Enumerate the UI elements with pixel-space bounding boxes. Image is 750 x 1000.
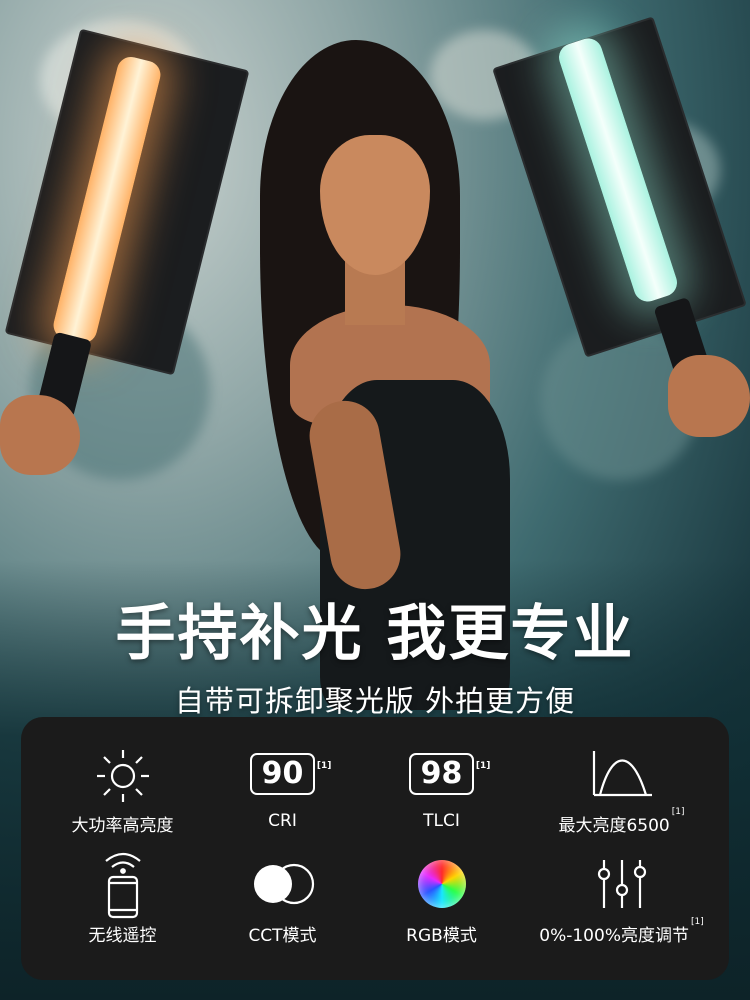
feature-label-wrap: 最大亮度6500[1] (533, 807, 710, 836)
feature-label: 无线遥控 (88, 926, 157, 946)
product-banner: 手持补光 我更专业 自带可拆卸聚光版 外拍更方便 大功率高亮度 90 [1] C… (0, 0, 750, 1000)
tlci-value: 98 (420, 756, 463, 791)
bell-curve-icon (592, 751, 652, 797)
feature-label-wrap: 0%-100%亮度调节[1] (533, 917, 710, 946)
remote-phone-icon (104, 852, 141, 919)
feature-label: CCT模式 (248, 926, 317, 946)
cri-value: 90 (261, 756, 304, 791)
feature-cri: 90 [1] CRI (194, 741, 371, 831)
tlci-badge: 98 [1] (408, 753, 490, 795)
feature-rgb: RGB模式 (353, 851, 530, 946)
footnote-mark: [1] (316, 761, 332, 771)
main-title: 手持补光 我更专业 (115, 599, 635, 669)
cct-circles-icon (253, 863, 314, 905)
feature-label: TLCI (423, 811, 460, 831)
feature-label: RGB模式 (406, 926, 477, 946)
feature-dimming: 0%-100%亮度调节[1] (533, 851, 710, 946)
feature-cct: CCT模式 (194, 851, 371, 946)
feature-brightness: 大功率高亮度 (34, 741, 211, 836)
sun-icon (96, 750, 149, 802)
right-hand (668, 355, 750, 437)
feature-label: 0%-100%亮度调节 (539, 926, 689, 946)
feature-tlci: 98 [1] TLCI (353, 741, 530, 831)
footnote-mark: [1] (671, 807, 685, 817)
sliders-icon (597, 860, 646, 908)
left-hand (0, 395, 80, 475)
cri-badge: 90 [1] (249, 753, 331, 795)
feature-label: CRI (268, 811, 297, 831)
rgb-wheel-icon (417, 860, 466, 908)
footnote-mark: [1] (475, 761, 491, 771)
footnote-mark: [1] (690, 917, 704, 927)
feature-label: 大功率高亮度 (71, 816, 174, 836)
feature-label: 最大亮度6500 (558, 816, 670, 836)
feature-max-brightness: 最大亮度6500[1] (533, 741, 710, 836)
headline: 手持补光 我更专业 自带可拆卸聚光版 外拍更方便 (0, 585, 750, 720)
sub-title: 自带可拆卸聚光版 外拍更方便 (174, 684, 576, 718)
feature-remote: 无线遥控 (34, 851, 211, 946)
feature-panel: 大功率高亮度 90 [1] CRI 98 [1] TLCI 最大亮度6500[1… (21, 717, 729, 980)
